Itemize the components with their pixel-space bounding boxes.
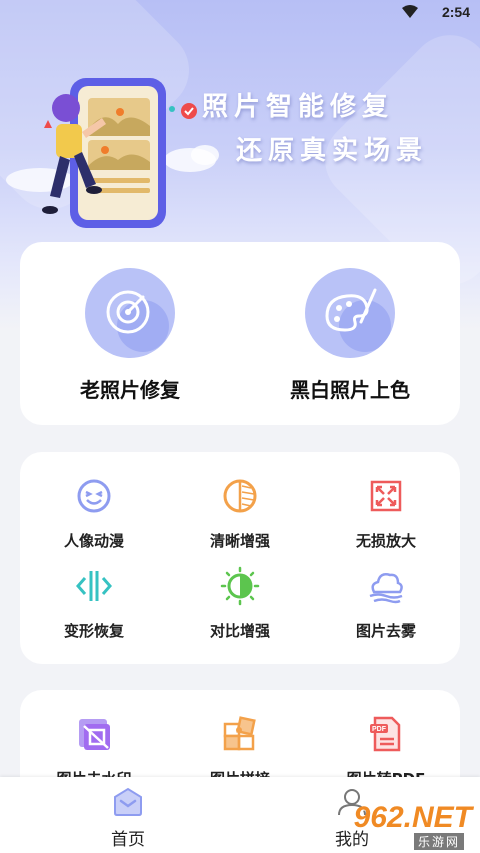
lossless-upscale-button[interactable]: 无损放大 [316, 476, 456, 551]
hero-title-line2: 还原真实场景 [236, 136, 429, 166]
watermark-subtext: 乐游网 [413, 833, 464, 850]
nav-home-label: 首页 [111, 830, 145, 850]
portrait-anime-button[interactable]: 人像动漫 [24, 476, 164, 551]
nav-home[interactable]: 首页 [88, 787, 168, 850]
puzzle-icon [223, 716, 256, 751]
pdf-badge-text: PDF [372, 726, 387, 733]
radar-icon [85, 268, 175, 358]
cloud-icon [369, 573, 403, 604]
contrast-enhance-label: 对比增强 [209, 622, 270, 640]
lossless-upscale-label: 无损放大 [355, 532, 416, 550]
clarity-enhance-button[interactable]: 清晰增强 [170, 476, 310, 551]
status-time: 2:54 [441, 4, 470, 20]
distortion-restore-button[interactable]: 变形恢复 [24, 566, 164, 641]
home-icon [114, 787, 142, 816]
smile-face-icon [77, 479, 111, 513]
old-photo-restore-button[interactable]: 老照片修复 [35, 268, 225, 403]
palette-icon [305, 268, 395, 358]
hero-title-line1: 照片智能修复 [202, 92, 395, 122]
pdf-icon: PDF [370, 716, 401, 752]
contrast-enhance-button[interactable]: 对比增强 [170, 566, 310, 641]
old-photo-restore-label: 老照片修复 [80, 378, 180, 402]
distortion-restore-label: 变形恢复 [63, 622, 124, 640]
wifi-icon [402, 5, 418, 18]
primary-features-card: 老照片修复 黑白照片上色 [20, 242, 460, 425]
tools-card: 人像动漫 清晰增强 无损放大 变形恢复 对比增强 图片去雾 [20, 452, 460, 664]
status-bar: 2:54 [0, 0, 480, 26]
portrait-anime-label: 人像动漫 [63, 532, 124, 550]
bw-colorize-label: 黑白照片上色 [290, 378, 410, 402]
split-arrows-icon [76, 571, 112, 601]
watermark-icon [79, 719, 110, 750]
dehaze-label: 图片去雾 [355, 622, 416, 640]
dehaze-button[interactable]: 图片去雾 [316, 566, 456, 641]
contrast-icon [220, 566, 260, 606]
clarity-enhance-label: 清晰增强 [209, 532, 270, 550]
expand-icon [370, 480, 402, 512]
half-circle-icon [223, 479, 257, 513]
site-watermark: 962.NET 乐游网 [304, 801, 472, 850]
bw-colorize-button[interactable]: 黑白照片上色 [255, 268, 445, 403]
watermark-text: 962.NET [353, 801, 472, 834]
